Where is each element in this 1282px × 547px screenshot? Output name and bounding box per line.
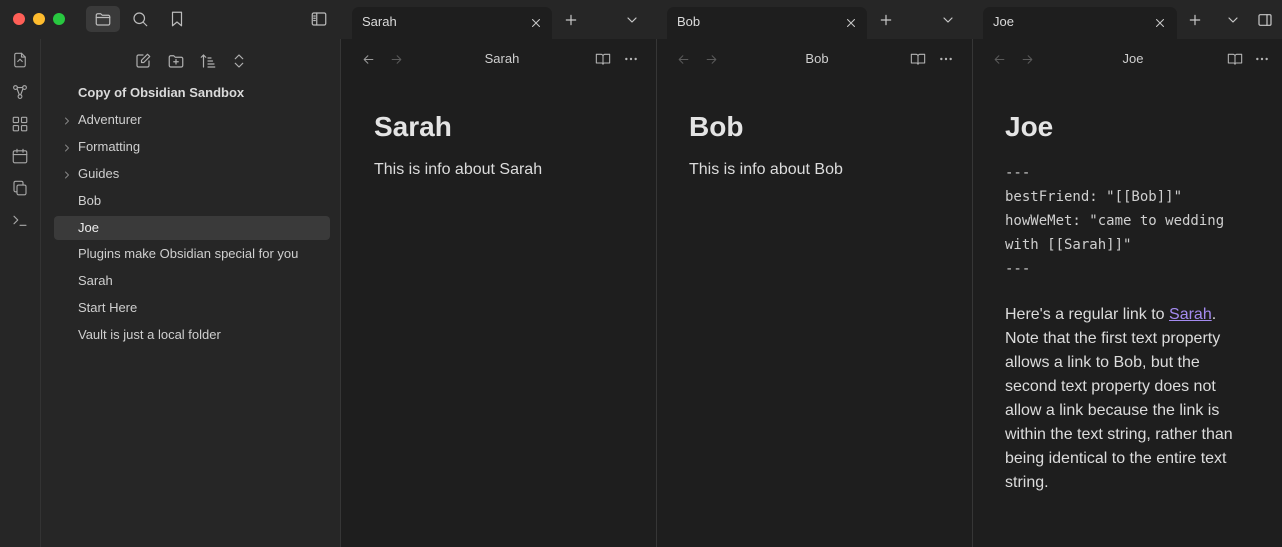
daily-note-icon[interactable] xyxy=(9,145,31,167)
tab-sarah[interactable]: Sarah xyxy=(352,7,552,39)
tree-item-label: Joe xyxy=(78,220,99,235)
new-folder-icon[interactable] xyxy=(165,50,187,72)
tree-file-sarah[interactable]: Sarah xyxy=(54,269,330,293)
chevron-down-icon[interactable] xyxy=(939,11,957,29)
more-options-icon[interactable] xyxy=(936,49,956,69)
chevron-down-icon[interactable] xyxy=(623,11,641,29)
tree-item-label: Guides xyxy=(78,166,120,181)
tab-label: Joe xyxy=(993,14,1014,29)
title-bar: Sarah Bob Joe xyxy=(0,0,1282,39)
tab-label: Sarah xyxy=(362,14,397,29)
note-heading: Bob xyxy=(689,111,744,142)
command-palette-icon[interactable] xyxy=(9,209,31,231)
internal-link-sarah[interactable]: Sarah xyxy=(1169,306,1212,323)
note-body: Here's a regular link to Sarah. Note tha… xyxy=(1005,303,1245,495)
body-text-before-link: Here's a regular link to xyxy=(1005,306,1170,323)
reading-view-icon[interactable] xyxy=(1225,49,1245,69)
close-icon[interactable] xyxy=(527,14,545,32)
zoom-window-button[interactable] xyxy=(53,13,65,25)
ribbon xyxy=(0,39,41,547)
new-tab-icon[interactable] xyxy=(562,11,580,29)
close-window-button[interactable] xyxy=(13,13,25,25)
sort-icon[interactable] xyxy=(197,50,219,72)
tree-item-label: Sarah xyxy=(78,273,113,288)
file-explorer: Copy of Obsidian Sandbox Adventurer Form… xyxy=(41,39,341,547)
tree-item-label: Plugins make Obsidian special for you xyxy=(78,246,299,261)
note-paragraph: This is info about Bob xyxy=(689,161,843,178)
tree-file-vault-local-folder[interactable]: Vault is just a local folder xyxy=(54,323,330,347)
chevron-right-icon xyxy=(61,168,73,180)
tree-item-label: Start Here xyxy=(78,300,138,315)
search-icon[interactable] xyxy=(123,6,157,32)
minimize-window-button[interactable] xyxy=(33,13,45,25)
templates-icon[interactable] xyxy=(9,177,31,199)
tab-bob[interactable]: Bob xyxy=(667,7,867,39)
tree-file-bob[interactable]: Bob xyxy=(54,189,330,213)
tree-file-plugins[interactable]: Plugins make Obsidian special for you xyxy=(54,242,330,266)
forward-arrow-icon[interactable] xyxy=(702,50,720,68)
editor-pane-joe: Joe Joe --- bestFriend: "[[Bob]]" howWeM… xyxy=(972,39,1282,547)
back-arrow-icon[interactable] xyxy=(359,50,377,68)
tree-item-label: Bob xyxy=(78,193,102,208)
right-sidebar-toggle-icon[interactable] xyxy=(1256,11,1274,29)
tab-joe[interactable]: Joe xyxy=(983,7,1177,39)
tree-item-label: Vault is just a local folder xyxy=(78,327,221,342)
chevron-down-icon[interactable] xyxy=(1224,11,1242,29)
tree-folder-formatting[interactable]: Formatting xyxy=(54,135,330,159)
close-icon[interactable] xyxy=(1151,14,1169,32)
frontmatter-block[interactable]: --- bestFriend: "[[Bob]]" howWeMet: "cam… xyxy=(1005,161,1224,281)
new-tab-icon[interactable] xyxy=(1186,11,1204,29)
close-icon[interactable] xyxy=(842,14,860,32)
sidebar-toggle-icon[interactable] xyxy=(302,6,336,32)
tree-file-joe[interactable]: Joe xyxy=(54,216,330,240)
back-arrow-icon[interactable] xyxy=(674,50,692,68)
graph-view-icon[interactable] xyxy=(9,81,31,103)
view-header-title[interactable]: Joe xyxy=(1073,51,1193,66)
forward-arrow-icon[interactable] xyxy=(387,50,405,68)
view-header-title[interactable]: Bob xyxy=(757,51,877,66)
editor-pane-sarah: Sarah Sarah This is info about Sarah xyxy=(342,39,656,547)
back-arrow-icon[interactable] xyxy=(990,50,1008,68)
tab-label: Bob xyxy=(677,14,701,29)
reading-view-icon[interactable] xyxy=(908,49,928,69)
vault-title[interactable]: Copy of Obsidian Sandbox xyxy=(78,85,244,100)
tree-folder-adventurer[interactable]: Adventurer xyxy=(54,108,330,132)
body-text-after-link: . Note that the first text property allo… xyxy=(1005,306,1233,491)
more-options-icon[interactable] xyxy=(1252,49,1272,69)
chevron-right-icon xyxy=(61,114,73,126)
reading-view-icon[interactable] xyxy=(593,49,613,69)
more-options-icon[interactable] xyxy=(621,49,641,69)
forward-arrow-icon[interactable] xyxy=(1018,50,1036,68)
note-heading: Joe xyxy=(1005,111,1054,142)
bookmark-icon[interactable] xyxy=(160,6,194,32)
editor-pane-bob: Bob Bob This is info about Bob xyxy=(656,39,972,547)
tree-item-label: Adventurer xyxy=(78,112,142,127)
tree-folder-guides[interactable]: Guides xyxy=(54,162,330,186)
note-heading: Sarah xyxy=(374,111,452,142)
files-icon[interactable] xyxy=(86,6,120,32)
tree-item-label: Formatting xyxy=(78,139,141,154)
new-note-icon[interactable] xyxy=(132,50,154,72)
open-quick-switcher-icon[interactable] xyxy=(9,49,31,71)
tree-file-start-here[interactable]: Start Here xyxy=(54,296,330,320)
collapse-all-icon[interactable] xyxy=(228,50,250,72)
note-paragraph: This is info about Sarah xyxy=(374,161,543,178)
new-tab-icon[interactable] xyxy=(877,11,895,29)
view-header-title[interactable]: Sarah xyxy=(442,51,562,66)
chevron-right-icon xyxy=(61,141,73,153)
canvas-icon[interactable] xyxy=(9,113,31,135)
